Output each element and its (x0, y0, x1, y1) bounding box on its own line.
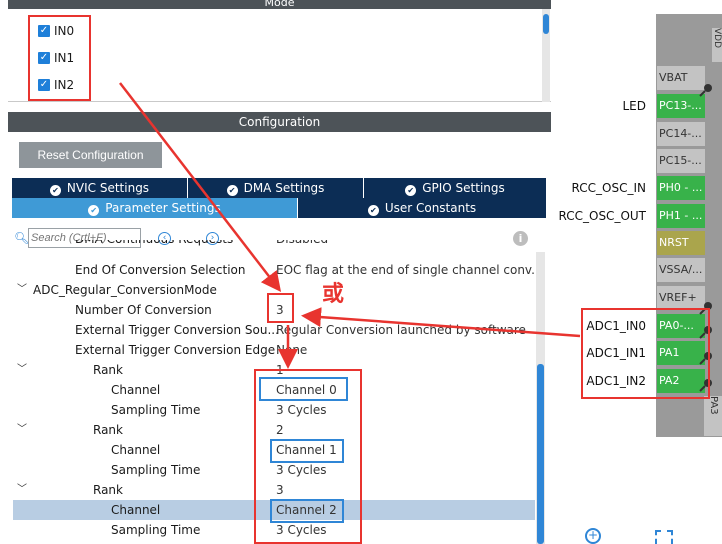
tab-dma-settings[interactable]: ✔ DMA Settings (188, 178, 364, 198)
mode-title: Mode (264, 0, 295, 9)
pin-pc15[interactable]: PC15-... (657, 149, 705, 173)
annotation-box-pins (581, 308, 710, 399)
tab-gpio-settings[interactable]: ✔ GPIO Settings (364, 178, 546, 198)
pin-label: VBAT (659, 71, 688, 84)
pin-label: VREF+ (659, 291, 697, 304)
param-label: Channel (111, 443, 161, 457)
chevron-down-icon[interactable]: ﹀ (17, 480, 27, 500)
check-circle-icon: ✔ (405, 185, 417, 196)
pin-vref[interactable]: VREF+ (657, 286, 705, 310)
pin-pc13[interactable]: PC13-... (657, 94, 705, 118)
pin-nrst[interactable]: NRST (657, 231, 705, 255)
param-value: EOC flag at the end of single channel co… (276, 263, 543, 277)
param-label: End Of Conversion Selection (75, 263, 246, 277)
pin-label: NRST (659, 236, 689, 249)
param-value: Disabled (276, 240, 328, 249)
annotation-channel-1 (270, 439, 344, 463)
tab-label: User Constants (384, 201, 477, 215)
param-label: Channel (111, 383, 161, 397)
param-label: Number Of Conversion (75, 303, 212, 317)
param-value: None (276, 343, 308, 357)
pin-vbat[interactable]: VBAT (657, 66, 705, 90)
zoom-in-icon[interactable]: + (585, 528, 601, 544)
check-circle-icon: ✔ (49, 185, 61, 196)
pin-label: VSSA/... (659, 263, 703, 276)
param-value: Regular Conversion launched by software (276, 323, 526, 337)
check-circle-icon: ✔ (88, 205, 100, 216)
mode-scrollbar-thumb[interactable] (543, 14, 549, 34)
pin-ph0[interactable]: PH0 - ... (657, 176, 705, 200)
param-label: Rank (93, 363, 123, 377)
pin-label: PC14-... (659, 127, 702, 140)
param-label: Rank (93, 483, 123, 497)
check-circle-icon: ✔ (367, 205, 379, 216)
chevron-down-icon[interactable]: ﹀ (17, 420, 27, 440)
pin-pc14[interactable]: PC14-... (657, 122, 705, 146)
pin-pa3[interactable]: PA3 (704, 396, 722, 436)
pin-label: VDD (712, 28, 722, 49)
tree-row[interactable]: DMA Continuous Requests Disabled (13, 240, 535, 252)
fit-view-icon[interactable] (655, 530, 673, 544)
group-label: ADC_Regular_ConversionMode (33, 283, 217, 297)
tab-label: GPIO Settings (422, 181, 505, 195)
annotation-channel-2 (270, 499, 344, 523)
pin-label: PH0 - ... (659, 181, 703, 194)
tab-nvic-settings[interactable]: ✔ NVIC Settings (12, 178, 188, 198)
tab-label: DMA Settings (243, 181, 325, 195)
or-annotation: 或 (322, 282, 345, 307)
tab-user-constants[interactable]: ✔ User Constants (298, 198, 546, 218)
pin-label-rcc-osc-out: RCC_OSC_OUT (558, 209, 647, 223)
param-label: External Trigger Conversion Edge (75, 343, 276, 357)
pin-label: PH1 - ... (659, 209, 703, 222)
configuration-title: Configuration (238, 115, 321, 129)
pin-ph1[interactable]: PH1 - ... (657, 204, 705, 228)
tree-row[interactable]: External Trigger Conversion Sou... Regula… (13, 320, 535, 340)
chevron-down-icon[interactable]: ﹀ (17, 280, 27, 300)
mode-panel-header: Mode (8, 0, 551, 9)
tab-label: Parameter Settings (105, 201, 221, 215)
pin-label: PC13-... (659, 99, 702, 112)
reset-configuration-button[interactable]: Reset Configuration (19, 142, 162, 168)
pin-label-led: LED (622, 99, 646, 113)
annotation-box-mode (28, 15, 91, 101)
tree-row[interactable]: End Of Conversion Selection EOC flag at t… (13, 260, 543, 280)
pin-label: PC15-... (659, 154, 702, 167)
param-label: Rank (93, 423, 123, 437)
param-label: Sampling Time (111, 523, 201, 537)
param-label: Channel (111, 503, 161, 517)
param-label: Sampling Time (111, 403, 201, 417)
param-label: Sampling Time (111, 463, 201, 477)
pin-vdd[interactable]: VDD (712, 28, 722, 62)
chevron-down-icon[interactable]: ﹀ (17, 360, 27, 380)
annotation-box-number (267, 293, 294, 323)
tab-parameter-settings[interactable]: ✔ Parameter Settings (12, 198, 298, 218)
check-circle-icon: ✔ (226, 185, 238, 196)
config-scrollbar-thumb[interactable] (537, 364, 544, 544)
tab-label: NVIC Settings (66, 181, 150, 195)
annotation-channel-0 (259, 377, 348, 401)
param-label: DMA Continuous Requests (75, 240, 233, 249)
pin-label-rcc-osc-in: RCC_OSC_IN (571, 181, 646, 195)
configuration-header: Configuration (8, 112, 551, 132)
param-label: External Trigger Conversion Sou... (75, 323, 279, 337)
pin-vssa[interactable]: VSSA/... (657, 258, 705, 282)
tree-row[interactable]: External Trigger Conversion Edge None (13, 340, 535, 360)
